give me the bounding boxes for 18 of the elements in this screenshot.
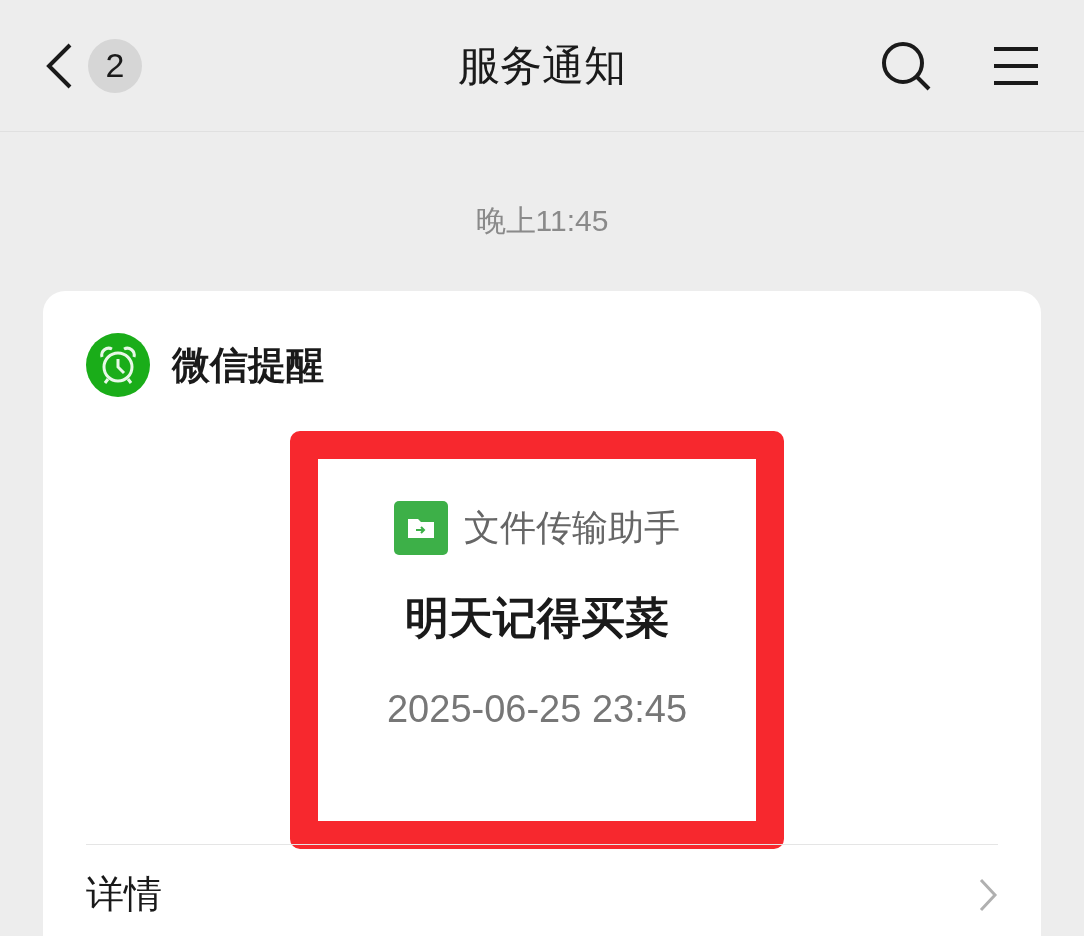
back-button[interactable]	[44, 41, 74, 90]
alarm-clock-icon	[86, 333, 150, 397]
menu-button[interactable]	[992, 45, 1040, 86]
back-icon	[44, 41, 74, 90]
menu-icon	[992, 45, 1040, 86]
app-name: 微信提醒	[172, 342, 324, 388]
chevron-right-icon	[978, 876, 998, 913]
page-title: 服务通知	[457, 41, 627, 91]
message-time: 晚上11:45	[475, 203, 609, 239]
unread-count: 2	[88, 38, 142, 93]
notification-card[interactable]: 微信提醒 文件传输助手 明天记得买菜 2025-06-25 23:45 详情	[43, 291, 1041, 936]
source-name: 文件传输助手	[464, 506, 680, 550]
search-button[interactable]	[880, 39, 932, 92]
reminder-time: 2025-06-25 23:45	[387, 687, 687, 732]
folder-icon	[394, 501, 448, 555]
reminder-text: 明天记得买菜	[405, 592, 669, 644]
search-icon	[880, 39, 932, 92]
details-label[interactable]: 详情	[86, 866, 162, 923]
